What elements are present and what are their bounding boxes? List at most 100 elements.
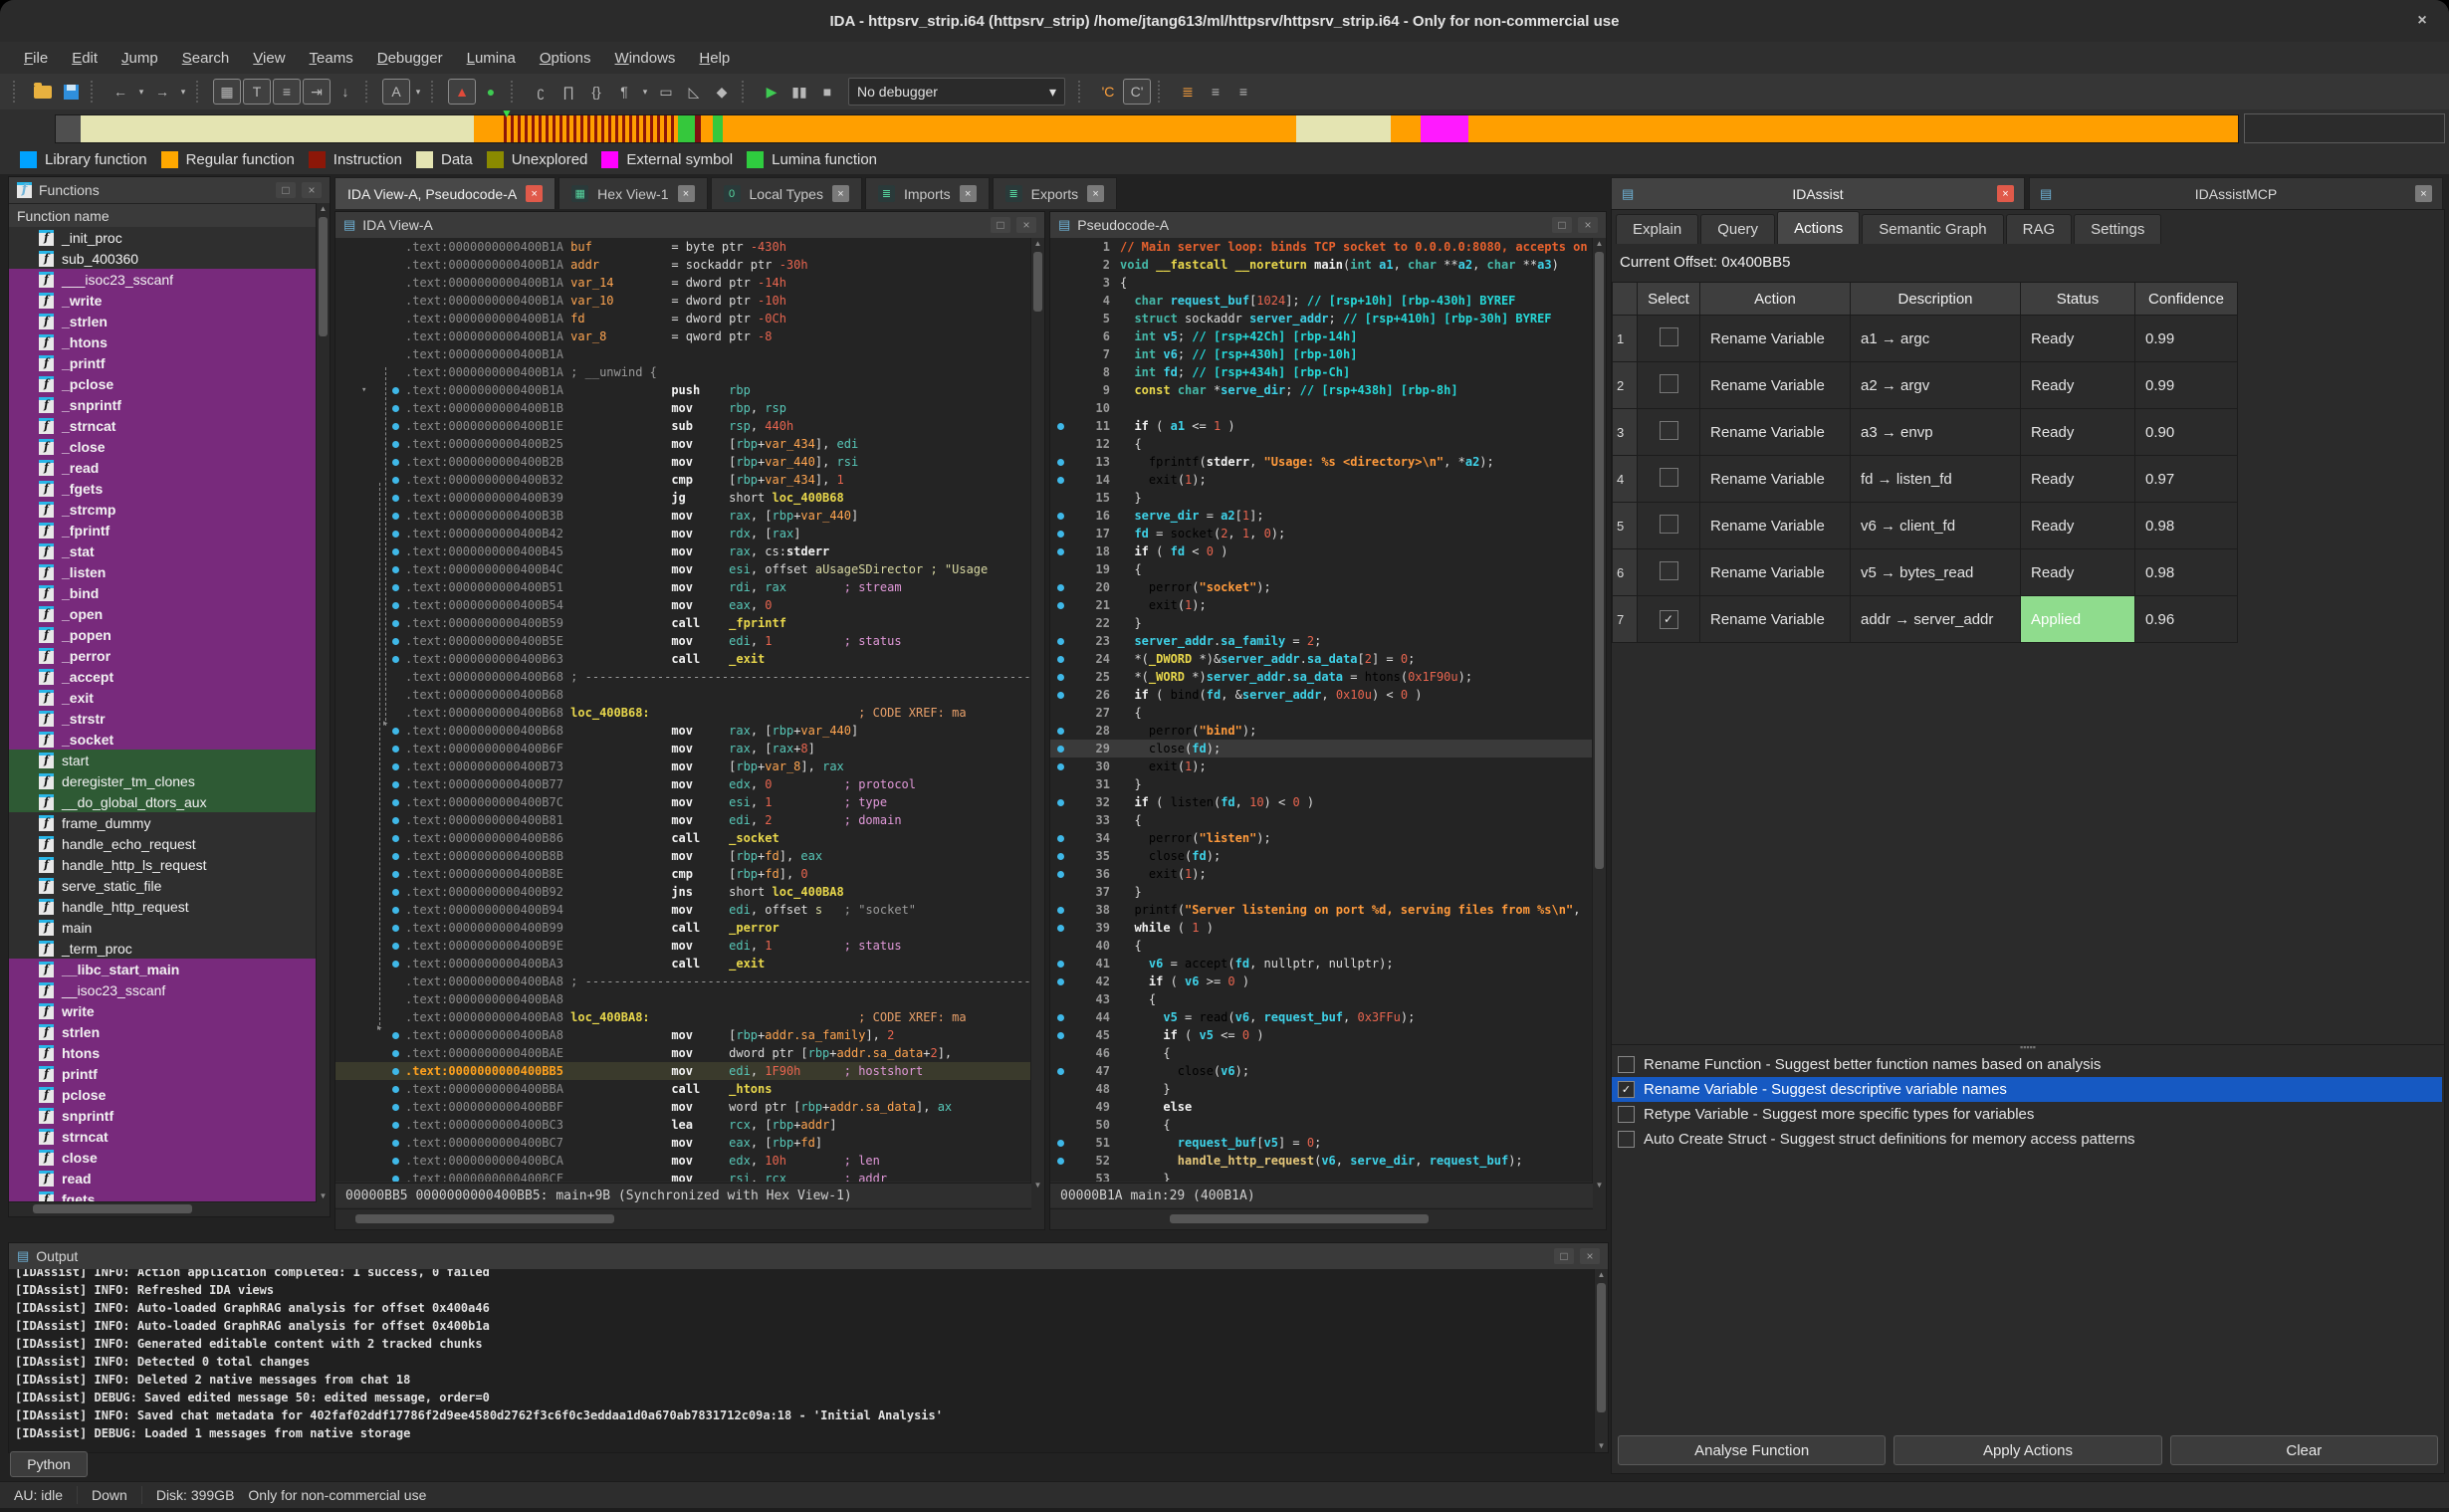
toolbar-grip[interactable] (1158, 81, 1168, 103)
toolbar-grip[interactable] (431, 81, 441, 103)
disasm-gutter[interactable] (335, 901, 405, 919)
function-list-item[interactable]: f_write (9, 290, 317, 311)
tab-idassistmcp[interactable]: ▤IDAssistMCP× (2029, 177, 2443, 209)
disasm-line[interactable]: .text:0000000000400B1B mov rbp, rsp (335, 399, 1031, 417)
table-header[interactable] (1613, 283, 1638, 316)
disasm-line[interactable]: .text:0000000000400B68 loc_400B68: ; COD… (335, 704, 1031, 722)
pseudocode-line[interactable]: 41 v6 = accept(fd, nullptr, nullptr); (1050, 955, 1593, 972)
function-list-item[interactable]: f_strlen (9, 311, 317, 331)
apply-actions-button[interactable]: Apply Actions (1893, 1435, 2161, 1465)
debugger-pause-icon[interactable]: ▮▮ (786, 80, 812, 104)
disasm-line[interactable]: .text:0000000000400B77 mov edx, 0 ; prot… (335, 775, 1031, 793)
braces-icon[interactable]: {} (583, 80, 609, 104)
log-line[interactable]: [IDAssist] INFO: Generated editable cont… (9, 1335, 1595, 1353)
function-list-item[interactable]: f_listen (9, 561, 317, 582)
pseudocode-line[interactable]: 1// Main server loop: binds TCP socket t… (1050, 238, 1593, 256)
function-list-item[interactable]: f_strncat (9, 415, 317, 436)
toolbar-grip[interactable] (365, 81, 375, 103)
functions-hscrollbar[interactable] (9, 1201, 317, 1216)
pseudocode-line[interactable]: 32 if ( listen(fd, 10) < 0 ) (1050, 793, 1593, 811)
list-plain-icon[interactable]: ≡ (1203, 80, 1228, 104)
disasm-gutter[interactable] (335, 560, 405, 578)
row-checkbox[interactable] (1660, 515, 1678, 534)
menu-help[interactable]: Help (689, 47, 740, 70)
scroll-down-icon[interactable]: ▼ (317, 1190, 330, 1202)
pseudocode-line[interactable]: 44 v5 = read(v6, request_buf, 0x3FFu); (1050, 1008, 1593, 1026)
select-cell[interactable] (1638, 503, 1700, 549)
menu-jump[interactable]: Jump (111, 47, 168, 70)
toolbar-grip[interactable] (196, 81, 206, 103)
pseudocode-line[interactable]: 6 int v5; // [rsp+42Ch] [rbp-14h] (1050, 327, 1593, 345)
disasm-line[interactable]: .text:0000000000400B63 call _exit (335, 650, 1031, 668)
function-list-item[interactable]: fprintf (9, 1063, 317, 1084)
output-header[interactable]: ▤ Output □ × (9, 1243, 1608, 1270)
disasm-line[interactable]: .text:0000000000400B99 call _perror (335, 919, 1031, 937)
text-a-dropdown-icon[interactable]: ▾ (412, 80, 424, 104)
pseudocode-line[interactable]: 24 *(_DWORD *)&server_addr.sa_data[2] = … (1050, 650, 1593, 668)
pseudocode-line[interactable]: 10 (1050, 399, 1593, 417)
disasm-gutter[interactable] (335, 919, 405, 937)
row-checkbox[interactable] (1660, 327, 1678, 346)
function-list-item[interactable]: f_popen (9, 624, 317, 645)
select-cell[interactable]: ✓ (1638, 596, 1700, 643)
disasm-gutter[interactable] (335, 1044, 405, 1062)
function-list-item[interactable]: f_socket (9, 729, 317, 750)
disasm-gutter[interactable] (335, 417, 405, 435)
disasm-line[interactable]: .text:0000000000400BCA mov edx, 10h ; le… (335, 1152, 1031, 1170)
disasm-gutter[interactable] (335, 650, 405, 668)
pseudocode-line[interactable]: 31 } (1050, 775, 1593, 793)
pseudocode-line[interactable]: 5 struct sockaddr server_addr; // [rsp+4… (1050, 310, 1593, 327)
function-list-item[interactable]: f_strcmp (9, 499, 317, 520)
log-line[interactable]: [IDAssist] INFO: Auto-loaded GraphRAG an… (9, 1317, 1595, 1335)
disasm-line[interactable]: .text:0000000000400BA8 mov [rbp+addr.sa_… (335, 1026, 1031, 1044)
ida-view-restore-icon[interactable]: □ (991, 217, 1010, 233)
disasm-line[interactable]: .text:0000000000400B1A fd = dword ptr -0… (335, 310, 1031, 327)
debugger-select[interactable]: No debugger▾ (848, 78, 1065, 106)
log-line[interactable]: [IDAssist] DEBUG: Saved edited message 5… (9, 1389, 1595, 1406)
pseudocode-line[interactable]: 46 { (1050, 1044, 1593, 1062)
subtab-actions[interactable]: Actions (1777, 211, 1860, 244)
debugger-play-icon[interactable]: ▶ (759, 80, 784, 104)
comment-dropdown-icon[interactable]: ▾ (639, 80, 651, 104)
disasm-gutter[interactable] (335, 686, 405, 704)
open-file-icon[interactable] (30, 80, 56, 104)
disasm-gutter[interactable] (335, 740, 405, 757)
tab-close-icon[interactable]: × (1087, 185, 1104, 202)
disasm-line[interactable]: .text:0000000000400B8B mov [rbp+fd], eax (335, 847, 1031, 865)
pseudocode-line[interactable]: 16 serve_dir = a2[1]; (1050, 507, 1593, 525)
disasm-line[interactable]: .text:0000000000400B32 cmp [rbp+var_434]… (335, 471, 1031, 489)
analysis-option[interactable]: Rename Function - Suggest better functio… (1612, 1052, 2442, 1077)
disasm-gutter[interactable] (335, 525, 405, 542)
disasm-gutter[interactable] (335, 363, 405, 381)
subtab-semantic-graph[interactable]: Semantic Graph (1862, 214, 2003, 244)
disasm-gutter[interactable] (335, 1098, 405, 1116)
toolbar-grip[interactable] (1078, 81, 1088, 103)
function-list-item[interactable]: fsub_400360 (9, 248, 317, 269)
pseudocode-line[interactable]: 53 } (1050, 1170, 1593, 1182)
clear-button[interactable]: Clear (2170, 1435, 2438, 1465)
function-list-item[interactable]: f_snprintf (9, 394, 317, 415)
disasm-gutter[interactable] (335, 793, 405, 811)
toolbar-grip[interactable] (13, 81, 23, 103)
disasm-gutter[interactable] (335, 722, 405, 740)
table-header[interactable]: Description (1851, 283, 2021, 316)
pseudocode-line[interactable]: 25 *(_WORD *)server_addr.sa_data = htons… (1050, 668, 1593, 686)
disasm-line[interactable]: .text:0000000000400B1A var_8 = qword ptr… (335, 327, 1031, 345)
row-checkbox[interactable] (1660, 468, 1678, 487)
disasm-gutter[interactable] (335, 937, 405, 955)
disasm-line[interactable]: .text:0000000000400B25 mov [rbp+var_434]… (335, 435, 1031, 453)
disasm-line[interactable]: .text:0000000000400B1E sub rsp, 440h (335, 417, 1031, 435)
disasm-gutter[interactable] (335, 238, 405, 256)
disasm-gutter[interactable] (335, 310, 405, 327)
pseudocode-line[interactable]: 43 { (1050, 990, 1593, 1008)
disasm-gutter[interactable] (335, 883, 405, 901)
disasm-line[interactable]: .text:0000000000400B1A ; __unwind { (335, 363, 1031, 381)
pseudocode-line[interactable]: 37 } (1050, 883, 1593, 901)
menu-file[interactable]: File (14, 47, 58, 70)
tab-close-icon[interactable]: × (832, 185, 849, 202)
pseudocode-line[interactable]: 26 if ( bind(fd, &server_addr, 0x10u) < … (1050, 686, 1593, 704)
disasm-line[interactable]: .text:0000000000400B54 mov eax, 0 (335, 596, 1031, 614)
disasm-line[interactable]: .text:0000000000400BA8 ; ---------------… (335, 972, 1031, 990)
analyse-function-button[interactable]: Analyse Function (1618, 1435, 1886, 1465)
jump-down-icon[interactable]: ↓ (333, 80, 358, 104)
